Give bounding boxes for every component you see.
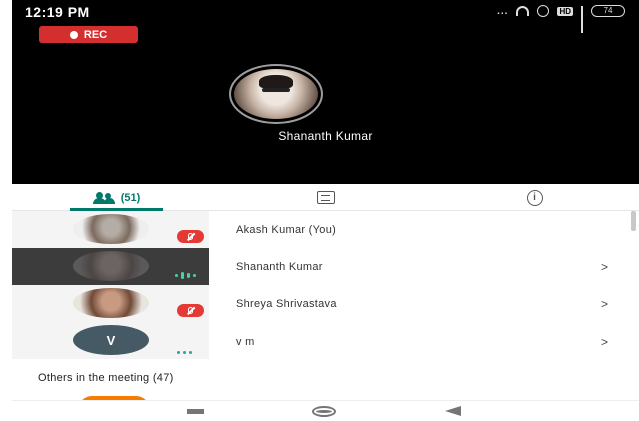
info-icon: i (526, 189, 543, 206)
others-heading: Others in the meeting (47) (38, 372, 174, 384)
tab-bar: (51) i (12, 184, 639, 211)
participant-tile[interactable] (12, 211, 209, 248)
navigation-bar (12, 400, 639, 421)
active-speaker-avatar[interactable] (229, 64, 323, 124)
people-icon (92, 191, 115, 204)
video-stage: 12:19 PM ... HD 74 REC Shananth Kumar (12, 0, 639, 184)
signal-icon (581, 5, 583, 33)
recording-indicator: REC (39, 26, 138, 43)
status-bar: 12:19 PM ... HD 74 (12, 0, 639, 33)
audio-idle-icon (177, 351, 192, 354)
tab-people[interactable]: (51) (12, 184, 221, 211)
participant-name[interactable]: Akash Kumar (You) (236, 224, 336, 236)
record-dot-icon (69, 30, 78, 39)
participant-tile[interactable] (12, 285, 209, 322)
system-icons: ... HD 74 (497, 5, 625, 33)
recents-icon[interactable] (187, 409, 204, 414)
participant-name[interactable]: v m (236, 336, 255, 348)
home-icon[interactable] (312, 406, 336, 417)
avatar (73, 288, 149, 318)
hd-badge: HD (557, 6, 573, 16)
headphone-icon (516, 6, 530, 16)
clock: 12:19 PM (25, 4, 90, 20)
chevron-right-icon[interactable]: > (601, 297, 608, 311)
mic-off-icon (177, 230, 204, 243)
participant-name[interactable]: Shreya Shrivastava (236, 298, 337, 310)
participant-tile[interactable] (12, 248, 209, 285)
back-icon[interactable] (445, 406, 461, 416)
battery-icon: 74 (591, 5, 625, 17)
people-count: (51) (120, 191, 141, 204)
participant-tile[interactable]: V (12, 322, 209, 359)
mic-off-icon (177, 304, 204, 317)
audio-level-icon (175, 272, 196, 279)
chevron-right-icon[interactable]: > (601, 260, 608, 274)
avatar (73, 251, 149, 281)
active-speaker-name: Shananth Kumar (278, 129, 373, 143)
more-dots-icon: ... (497, 5, 509, 17)
avatar (73, 214, 149, 244)
tab-info[interactable]: i (430, 184, 639, 211)
participant-list: Akash Kumar (You) Shananth Kumar > Shrey… (12, 211, 639, 361)
chat-icon (316, 191, 335, 204)
alarm-icon (537, 5, 550, 17)
avatar-letter: V (73, 325, 149, 355)
chevron-right-icon[interactable]: > (601, 335, 608, 349)
speaker-photo (234, 69, 318, 119)
scrollbar[interactable] (631, 211, 636, 231)
tab-chat[interactable] (221, 184, 430, 211)
participant-name[interactable]: Shananth Kumar (236, 261, 323, 273)
recording-label: REC (83, 28, 108, 41)
